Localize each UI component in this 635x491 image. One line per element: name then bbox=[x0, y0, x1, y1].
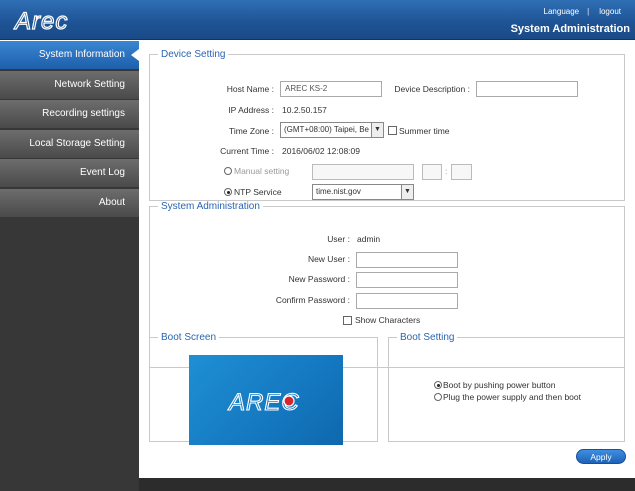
current-time-label: Current Time : bbox=[220, 146, 274, 156]
link-separator: | bbox=[587, 7, 590, 16]
device-setting-panel: Device Setting Host Name : AREC KS-2 Dev… bbox=[149, 49, 625, 201]
summer-time-checkbox[interactable] bbox=[388, 126, 397, 135]
show-characters-checkbox[interactable] bbox=[343, 316, 352, 325]
time-zone-value: (GMT+08:00) Taipei, Be bbox=[284, 125, 370, 134]
new-password-label: New Password : bbox=[288, 274, 350, 284]
sidebar: System Information Network Setting Recor… bbox=[0, 41, 139, 491]
boot-logo-dot bbox=[283, 395, 295, 407]
boot-screen-legend: Boot Screen bbox=[161, 332, 217, 343]
time-zone-select[interactable]: (GMT+08:00) Taipei, Be ▼ bbox=[280, 122, 384, 138]
host-name-input[interactable]: AREC KS-2 bbox=[280, 81, 382, 97]
user-value: admin bbox=[357, 234, 381, 244]
confirm-password-label: Confirm Password : bbox=[275, 295, 350, 305]
system-administration-legend: System Administration bbox=[161, 201, 260, 212]
manual-setting-label: Manual setting bbox=[234, 166, 290, 176]
chevron-down-icon: ▼ bbox=[371, 123, 383, 137]
user-label: User : bbox=[327, 234, 350, 244]
boot-setting-panel: Boot Setting Boot by pushing power butto… bbox=[388, 332, 625, 442]
device-description-label: Device Description : bbox=[394, 84, 470, 94]
manual-date-input[interactable] bbox=[312, 164, 414, 180]
language-link[interactable]: Language bbox=[544, 7, 580, 16]
boot-screen-image[interactable]: AREC bbox=[189, 355, 343, 445]
boot-screen-panel: Boot Screen AREC bbox=[149, 332, 378, 445]
summer-time-label: Summer time bbox=[399, 126, 450, 136]
sidebar-item-network-setting[interactable]: Network Setting bbox=[0, 70, 139, 99]
sidebar-item-event-log[interactable]: Event Log bbox=[0, 159, 139, 187]
ntp-service-label: NTP Service bbox=[234, 187, 282, 197]
svg-text:Arec: Arec bbox=[13, 8, 68, 35]
show-characters-label: Show Characters bbox=[355, 315, 421, 325]
boot-setting-legend: Boot Setting bbox=[400, 332, 455, 343]
manual-hour-input[interactable] bbox=[422, 164, 442, 180]
page-title: System Administration bbox=[510, 23, 630, 35]
ntp-server-select[interactable]: time.nist.gov ▼ bbox=[312, 184, 414, 200]
boot-plug-supply-radio[interactable] bbox=[434, 393, 442, 401]
boot-screen-logo: AREC bbox=[226, 388, 299, 416]
arec-logo: Arec bbox=[13, 7, 68, 35]
top-header: Arec Language | logout System Administrati… bbox=[0, 0, 635, 40]
manual-setting-radio[interactable] bbox=[224, 167, 232, 175]
new-user-label: New User : bbox=[307, 254, 350, 264]
ntp-server-value: time.nist.gov bbox=[316, 187, 361, 196]
boot-power-button-label: Boot by pushing power button bbox=[443, 380, 556, 390]
boot-power-button-radio[interactable] bbox=[434, 381, 442, 389]
time-zone-label: Time Zone : bbox=[228, 126, 274, 136]
sidebar-item-system-information[interactable]: System Information bbox=[0, 41, 139, 69]
device-setting-legend: Device Setting bbox=[161, 49, 226, 60]
confirm-password-input[interactable] bbox=[356, 293, 458, 309]
host-name-label: Host Name : bbox=[226, 84, 274, 94]
manual-time-separator: : bbox=[445, 166, 448, 176]
chevron-down-icon: ▼ bbox=[401, 185, 413, 199]
boot-plug-supply-label: Plug the power supply and then boot bbox=[443, 392, 581, 402]
ntp-service-radio[interactable] bbox=[224, 188, 232, 196]
logout-link[interactable]: logout bbox=[599, 7, 621, 16]
current-time-value: 2016/06/02 12:08:09 bbox=[282, 146, 360, 156]
new-user-input[interactable] bbox=[356, 252, 458, 268]
sidebar-item-about[interactable]: About bbox=[0, 188, 139, 217]
sidebar-item-local-storage-setting[interactable]: Local Storage Setting bbox=[0, 129, 139, 158]
sidebar-item-recording-settings[interactable]: Recording settings bbox=[0, 100, 139, 128]
footer-bar bbox=[139, 478, 635, 491]
apply-button[interactable]: Apply bbox=[576, 449, 626, 464]
manual-minute-input[interactable] bbox=[451, 164, 472, 180]
device-description-input[interactable] bbox=[476, 81, 578, 97]
ip-address-label: IP Address : bbox=[228, 105, 274, 115]
new-password-input[interactable] bbox=[356, 272, 458, 288]
main-content: Device Setting Host Name : AREC KS-2 Dev… bbox=[139, 41, 635, 477]
ip-address-value: 10.2.50.157 bbox=[282, 105, 327, 115]
